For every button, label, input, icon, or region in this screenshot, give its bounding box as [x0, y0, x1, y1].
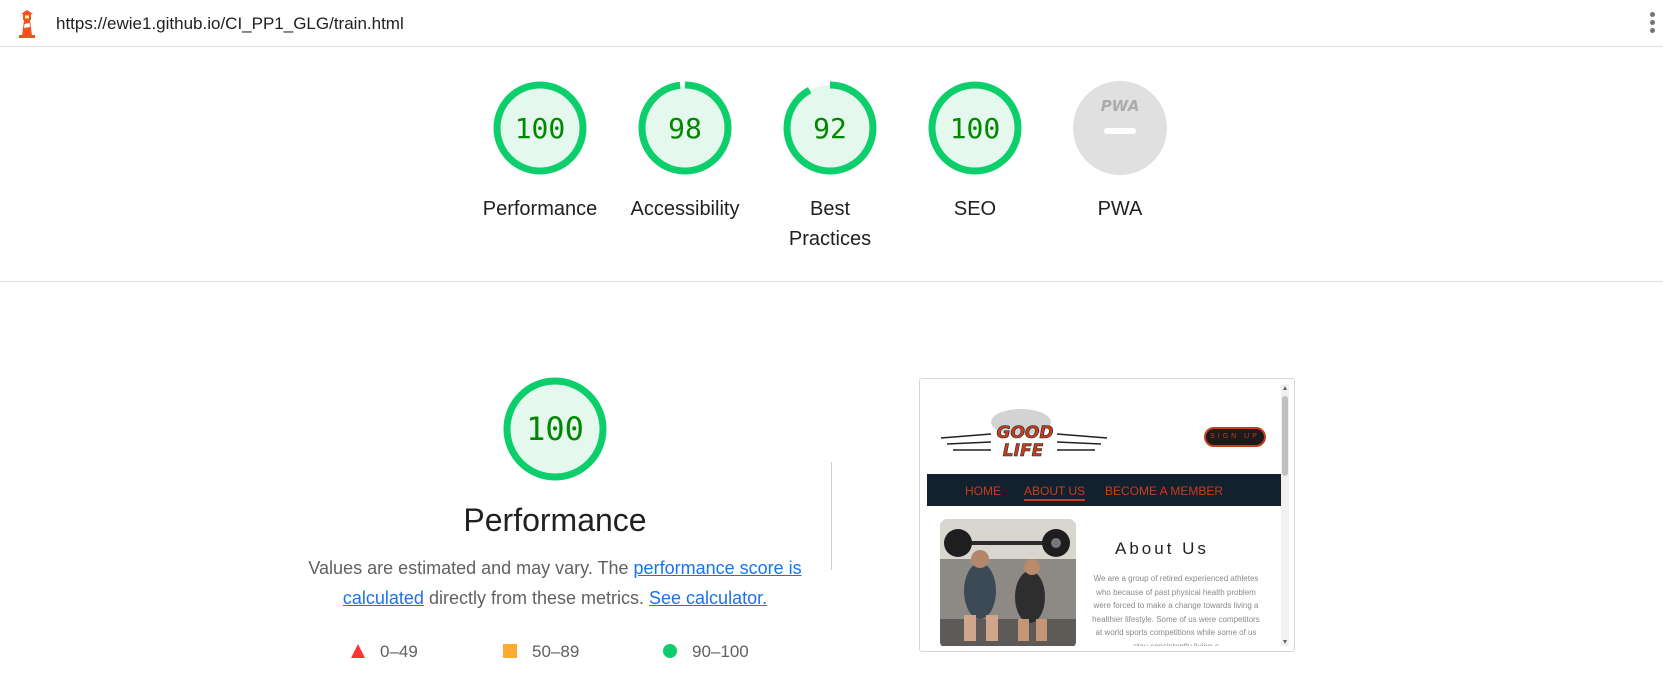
performance-title: Performance: [463, 502, 647, 538]
circle-icon: [663, 644, 677, 658]
svg-text:PWA: PWA: [1101, 97, 1140, 115]
gauge-score: 100: [515, 112, 566, 145]
gauge-ring: 98: [638, 81, 732, 175]
description-text: Values are estimated and may vary. The: [308, 558, 634, 578]
about-text: We are a group of retired experienced at…: [1092, 574, 1260, 646]
gauge-label: Best Practices: [788, 198, 872, 250]
gauge-best-practices[interactable]: 92 Best Practices: [750, 78, 910, 254]
nav-home: HOME: [965, 484, 1001, 498]
score-gauges: 100 Performance 98 Accessibility 92 Best…: [0, 78, 1663, 278]
legend-pass: 90–100: [662, 642, 749, 662]
gauge-score: 98: [668, 112, 702, 145]
gauge-performance[interactable]: 100 Performance: [460, 78, 620, 224]
preview-scrollbar[interactable]: [1281, 384, 1289, 646]
gauge-pwa[interactable]: PWA PWA: [1040, 78, 1200, 224]
legend-label: 0–49: [380, 642, 418, 661]
triangle-icon: [351, 644, 365, 658]
legend-fail: 0–49: [350, 642, 418, 662]
about-title: About Us: [1115, 539, 1209, 558]
section-divider: [0, 281, 1663, 282]
performance-score: 100: [526, 410, 584, 448]
gauge-score: 92: [813, 112, 847, 145]
gauge-score: 100: [950, 112, 1001, 145]
gauge-accessibility[interactable]: 98 Accessibility: [605, 78, 765, 224]
signup-button: SIGN UP: [1204, 427, 1266, 447]
svg-text:LIFE: LIFE: [1003, 441, 1044, 461]
good-life-logo: GOOD LIFE: [940, 409, 1108, 461]
site-preview: GOOD LIFE SIGN UP HOME ABOUT US BECOME A…: [927, 384, 1281, 646]
nav-about-us: ABOUT US: [1024, 484, 1086, 501]
nav-become-member: BECOME A MEMBER: [1105, 484, 1224, 498]
gauge-label: Performance: [482, 198, 598, 220]
performance-section: 100 Performance Values are estimated and…: [300, 374, 810, 613]
legend-label: 90–100: [692, 642, 749, 661]
url-bar: https://ewie1.github.io/CI_PP1_GLG/train…: [0, 0, 1663, 47]
kebab-menu-icon[interactable]: [1649, 12, 1657, 38]
gauge-label: PWA: [1097, 198, 1143, 220]
gauge-ring: 92: [783, 81, 877, 175]
gym-photo: [940, 519, 1076, 646]
legend-average: 50–89: [502, 642, 579, 662]
site-nav: HOME ABOUT US BECOME A MEMBER: [927, 474, 1281, 506]
final-screenshot[interactable]: GOOD LIFE SIGN UP HOME ABOUT US BECOME A…: [919, 378, 1295, 652]
square-icon: [503, 644, 517, 658]
pwa-badge-icon: PWA: [1073, 81, 1167, 175]
gauge-ring: 100: [928, 81, 1022, 175]
vertical-divider: [831, 462, 832, 570]
description-text: directly from these metrics.: [423, 588, 650, 608]
svg-text:GOOD: GOOD: [997, 423, 1054, 443]
gauge-label: SEO: [953, 198, 997, 220]
legend-label: 50–89: [532, 642, 580, 661]
see-calculator-link[interactable]: See calculator.: [649, 588, 767, 608]
performance-description: Values are estimated and may vary. The p…: [300, 553, 810, 613]
url-text: https://ewie1.github.io/CI_PP1_GLG/train…: [56, 14, 404, 33]
gauge-seo[interactable]: 100 SEO: [895, 78, 1055, 224]
performance-gauge: 100: [503, 377, 607, 481]
gauge-label: Accessibility: [630, 198, 740, 220]
lighthouse-icon: [19, 10, 35, 38]
gauge-ring: 100: [493, 81, 587, 175]
